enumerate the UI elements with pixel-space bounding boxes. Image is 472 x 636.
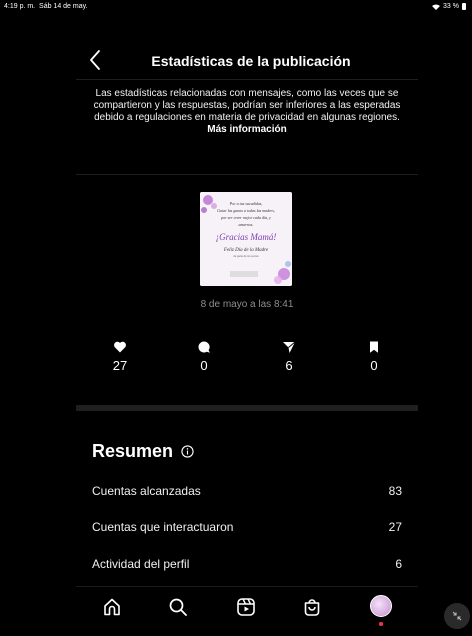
engagement-stats: 27 0 6 0 — [76, 340, 418, 380]
summary-row-accounts-engaged[interactable]: Cuentas que interactuaron 27 — [92, 520, 402, 534]
row-label: Cuentas alcanzadas — [92, 484, 201, 498]
heart-icon — [114, 341, 126, 353]
battery-text: 33 % — [443, 3, 459, 10]
shop-icon[interactable] — [302, 597, 322, 617]
stat-shares: 6 — [249, 340, 329, 373]
notice-text: Las estadísticas relacionadas con mensaj… — [93, 88, 401, 123]
save-icon — [370, 341, 378, 353]
privacy-notice: Las estadísticas relacionadas con mensaj… — [76, 88, 418, 136]
row-label: Actividad del perfil — [92, 557, 190, 571]
page-title: Estadísticas de la publicación — [151, 53, 351, 69]
summary-title: Resumen — [92, 441, 174, 461]
profile-avatar[interactable] — [370, 595, 392, 617]
stat-likes: 27 — [80, 340, 160, 373]
status-right: 33 % — [432, 3, 466, 10]
home-icon[interactable] — [102, 597, 122, 617]
comments-count: 0 — [200, 358, 208, 373]
wifi-icon — [432, 4, 441, 10]
reels-icon[interactable] — [236, 597, 256, 617]
row-value: 6 — [395, 557, 402, 571]
section-divider — [76, 405, 418, 411]
post-image-line-4: amarnos. — [238, 222, 253, 227]
post-image-line-7: de parte de los socios — [233, 254, 259, 258]
collapse-icon[interactable] — [444, 603, 470, 629]
battery-icon — [462, 3, 466, 10]
saves-count: 0 — [370, 358, 378, 373]
divider — [76, 174, 418, 175]
post-insights-panel: Estadísticas de la publicación Las estad… — [76, 40, 418, 636]
post-image-line-6: Feliz Día de la Madre — [223, 248, 269, 253]
likes-count: 27 — [112, 358, 128, 373]
more-info-link[interactable]: Más información — [207, 124, 286, 135]
header: Estadísticas de la publicación — [76, 40, 418, 80]
summary-heading: Resumen — [92, 441, 194, 462]
stat-comments: 0 — [164, 340, 244, 373]
shares-count: 6 — [285, 358, 293, 373]
post-image: Por a tus sacudidas, Guiar las ganas a t… — [200, 192, 292, 286]
post-image-line-5: ¡Gracias Mamá! — [216, 232, 277, 242]
row-label: Cuentas que interactuaron — [92, 520, 234, 534]
status-bar: 4:19 p. m. Sáb 14 de may. 33 % — [0, 0, 472, 14]
active-tab-indicator — [379, 622, 383, 626]
comment-icon — [198, 341, 210, 353]
status-time: 4:19 p. m. Sáb 14 de may. — [4, 3, 88, 10]
stat-saves: 0 — [334, 340, 414, 373]
row-value: 83 — [388, 484, 402, 498]
post-thumbnail[interactable]: Por a tus sacudidas, Guiar las ganas a t… — [200, 192, 292, 286]
search-icon[interactable] — [168, 597, 188, 617]
bottom-nav — [76, 586, 418, 636]
row-value: 27 — [388, 520, 402, 534]
share-icon — [283, 341, 296, 353]
summary-row-profile-activity[interactable]: Actividad del perfil 6 — [92, 557, 402, 571]
post-date: 8 de mayo a las 8:41 — [200, 299, 294, 310]
summary-row-accounts-reached[interactable]: Cuentas alcanzadas 83 — [92, 484, 402, 498]
info-icon[interactable] — [181, 445, 194, 458]
